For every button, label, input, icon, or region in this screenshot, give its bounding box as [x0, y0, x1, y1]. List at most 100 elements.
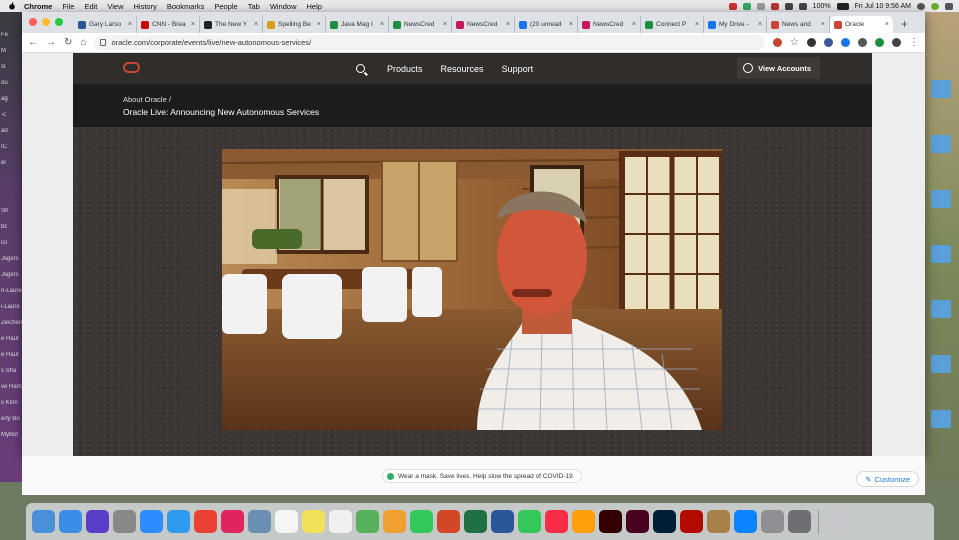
reload-icon[interactable]: ↻: [64, 37, 72, 48]
tab[interactable]: NewsCred ×: [452, 16, 515, 33]
wifi-icon[interactable]: [784, 2, 793, 10]
dock-siri-icon[interactable]: [86, 510, 109, 533]
extension-icon[interactable]: [773, 38, 783, 47]
menu-help[interactable]: Help: [307, 2, 322, 11]
video-player[interactable]: [222, 149, 722, 430]
search-icon[interactable]: [356, 64, 365, 73]
tab[interactable]: The New Y ×: [200, 16, 263, 33]
desktop-file-icon[interactable]: [931, 190, 951, 208]
extension-icon[interactable]: [841, 38, 850, 47]
dock-facetime-icon[interactable]: [518, 510, 541, 533]
tab-close-icon[interactable]: ×: [191, 21, 195, 28]
tab-active[interactable]: Oracle ×: [830, 16, 893, 33]
dock-safari-icon[interactable]: [167, 510, 190, 533]
status-icon[interactable]: [770, 2, 779, 10]
clock[interactable]: Fri Jul 10 9:56 AM: [855, 3, 911, 10]
dock-powerpoint-icon[interactable]: [437, 510, 460, 533]
dock-photos-icon[interactable]: [383, 510, 406, 533]
dock-preview-icon[interactable]: [248, 510, 271, 533]
back-arrow-icon[interactable]: ←: [28, 37, 38, 48]
tab-close-icon[interactable]: ×: [128, 21, 132, 28]
volume-icon[interactable]: [798, 2, 807, 10]
dock-launchpad-icon[interactable]: [113, 510, 136, 533]
desktop-file-icon[interactable]: [931, 300, 951, 318]
dock-music-icon[interactable]: [545, 510, 568, 533]
extension-icon[interactable]: [875, 38, 884, 47]
menu-bookmarks[interactable]: Bookmarks: [167, 2, 205, 11]
menu-history[interactable]: History: [134, 2, 157, 11]
dock-acrobat-icon[interactable]: [680, 510, 703, 533]
desktop-file-icon[interactable]: [931, 135, 951, 153]
desktop-file-icon[interactable]: [931, 355, 951, 373]
new-tab-button[interactable]: +: [893, 17, 916, 33]
more-menu-icon[interactable]: ⋮: [909, 37, 919, 48]
tab[interactable]: Gary Larso ×: [74, 16, 137, 33]
battery-percent[interactable]: 100%: [813, 3, 831, 10]
tab[interactable]: (20 unread ×: [515, 16, 578, 33]
menu-tab[interactable]: Tab: [248, 2, 260, 11]
tab[interactable]: NewsCred ×: [578, 16, 641, 33]
bookmark-star-icon[interactable]: ☆: [790, 37, 799, 48]
tab[interactable]: Connect P ×: [641, 16, 704, 33]
battery-icon[interactable]: [836, 2, 849, 10]
breadcrumb[interactable]: About Oracle /: [123, 95, 171, 104]
tab[interactable]: News and ×: [767, 16, 830, 33]
home-icon[interactable]: ⌂: [80, 37, 86, 48]
dock-photoshop-icon[interactable]: [653, 510, 676, 533]
tab-close-icon[interactable]: ×: [317, 21, 321, 28]
menu-app-name[interactable]: Chrome: [24, 2, 52, 11]
customize-button[interactable]: ✎ Customize: [856, 471, 919, 487]
desktop-file-icon[interactable]: [931, 245, 951, 263]
dock-slack-icon[interactable]: [221, 510, 244, 533]
tab[interactable]: CNN - Brea ×: [137, 16, 200, 33]
tab-close-icon[interactable]: ×: [821, 21, 825, 28]
nav-support[interactable]: Support: [502, 64, 534, 74]
tab-close-icon[interactable]: ×: [254, 21, 258, 28]
status-icon[interactable]: [756, 2, 765, 10]
zoom-window-button[interactable]: [55, 18, 63, 26]
address-url[interactable]: oracle.com/corporate/events/live/new-aut…: [111, 38, 311, 47]
covid-message-pill[interactable]: Wear a mask. Save lives. Help slow the s…: [382, 469, 582, 483]
close-window-button[interactable]: [29, 18, 37, 26]
tab[interactable]: NewsCred ×: [389, 16, 452, 33]
dock-notes-icon[interactable]: [302, 510, 325, 533]
minimize-window-button[interactable]: [42, 18, 50, 26]
menu-edit[interactable]: Edit: [84, 2, 97, 11]
dock-books-icon[interactable]: [572, 510, 595, 533]
apple-icon[interactable]: [8, 2, 16, 10]
status-icon[interactable]: [742, 2, 751, 10]
menu-file[interactable]: File: [62, 2, 74, 11]
siri-icon[interactable]: [931, 2, 939, 10]
dock-reminders-icon[interactable]: [329, 510, 352, 533]
lock-icon[interactable]: [100, 39, 107, 46]
dock-excel-icon[interactable]: [464, 510, 487, 533]
dock-maps-icon[interactable]: [356, 510, 379, 533]
search-icon[interactable]: [917, 2, 925, 10]
tab-close-icon[interactable]: ×: [569, 21, 573, 28]
address-bar[interactable]: oracle.com/corporate/events/live/new-aut…: [94, 35, 766, 50]
dock-illustrator-icon[interactable]: [599, 510, 622, 533]
tab-close-icon[interactable]: ×: [885, 21, 889, 28]
control-list-icon[interactable]: [945, 2, 953, 10]
dock-indesign-icon[interactable]: [626, 510, 649, 533]
view-accounts-button[interactable]: View Accounts: [737, 57, 820, 79]
tab[interactable]: Spelling Be ×: [263, 16, 326, 33]
dock-app-store-icon[interactable]: [734, 510, 757, 533]
dock-word-icon[interactable]: [491, 510, 514, 533]
tab[interactable]: My Drive - ×: [704, 16, 767, 33]
forward-arrow-icon[interactable]: →: [46, 37, 56, 48]
dock-calendar-icon[interactable]: [275, 510, 298, 533]
tab-close-icon[interactable]: ×: [443, 21, 447, 28]
dock-zoom-icon[interactable]: [140, 510, 163, 533]
dock-system-preferences-icon[interactable]: [761, 510, 784, 533]
desktop-file-icon[interactable]: [931, 80, 951, 98]
tab-close-icon[interactable]: ×: [632, 21, 636, 28]
tab-close-icon[interactable]: ×: [380, 21, 384, 28]
status-icon[interactable]: [728, 2, 737, 10]
dock-trash-icon[interactable]: [826, 510, 849, 533]
covid-message[interactable]: Wear a mask. Save lives. Help slow the s…: [398, 473, 573, 480]
dock-messages-icon[interactable]: [410, 510, 433, 533]
menu-people[interactable]: People: [214, 2, 237, 11]
tab-close-icon[interactable]: ×: [758, 21, 762, 28]
dock-safari-icon[interactable]: [59, 510, 82, 533]
